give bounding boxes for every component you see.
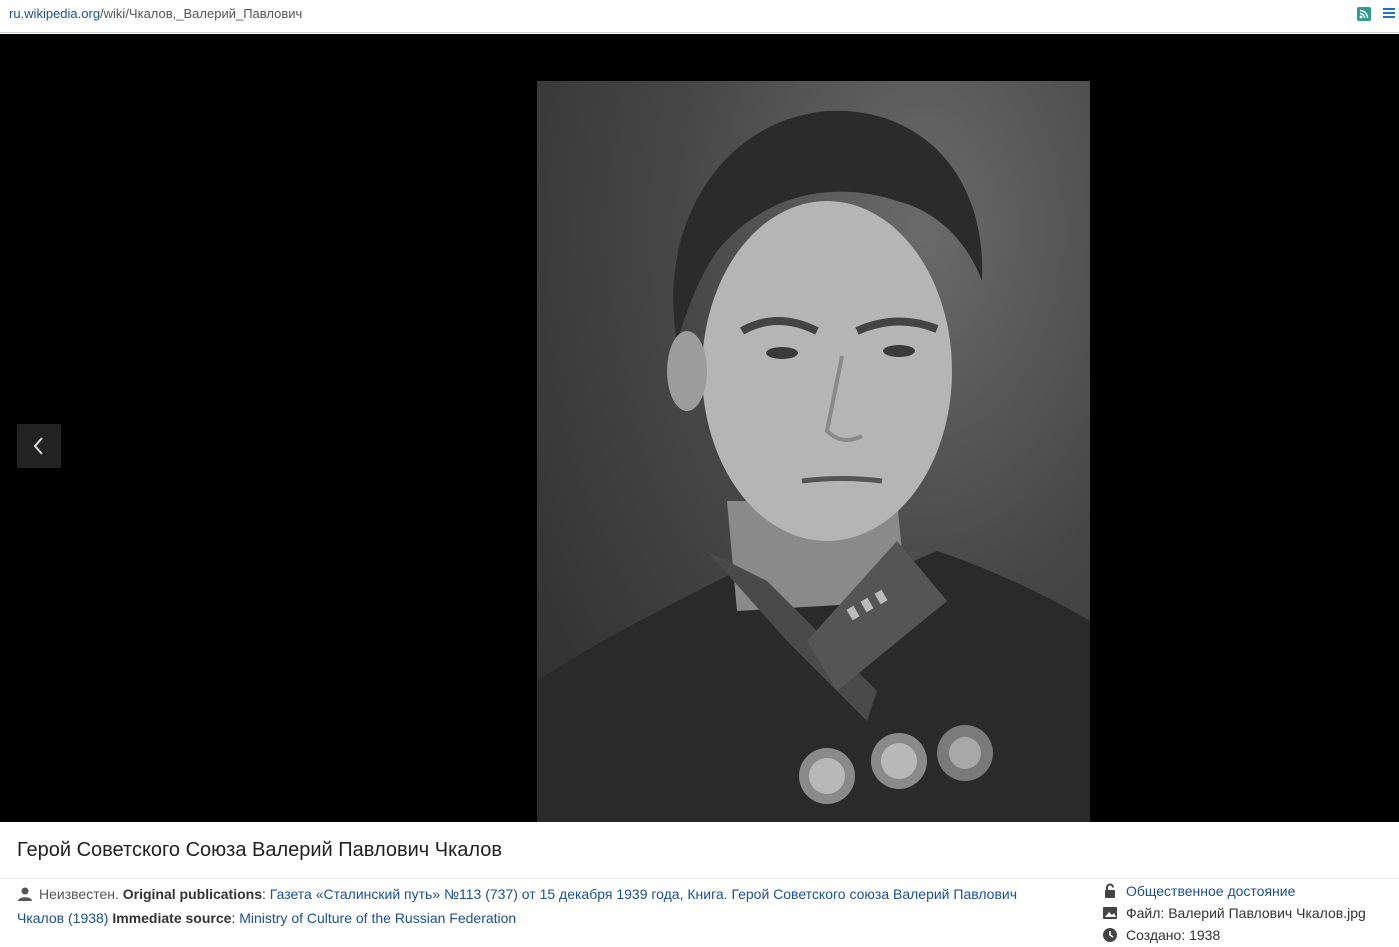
url-text[interactable]: ru.wikipedia.org/wiki/Чкалов,_Валерий_Па… [9, 6, 302, 21]
image-title: Герой Советского Союза Валерий Павлович … [17, 839, 503, 861]
file-meta: Общественное достояние Файл: Валерий Пав… [1102, 880, 1392, 946]
file-name: Файл: Валерий Павлович Чкалов.jpg [1126, 905, 1366, 921]
created-date: Создано: 1938 [1126, 927, 1221, 943]
person-icon [18, 887, 32, 901]
previous-image-button[interactable] [17, 424, 61, 468]
publications-separator: : [262, 886, 266, 902]
immediate-source-label: Immediate source [112, 910, 232, 926]
url-domain: ru.wikipedia.org [9, 6, 101, 21]
attribution: Неизвестен. Original publications: Газет… [17, 882, 1067, 930]
rss-icon[interactable] [1357, 7, 1371, 21]
url-path: /wiki/Чкалов,_Валерий_Павлович [100, 6, 303, 21]
license-row: Общественное достояние [1102, 880, 1392, 902]
image-icon [1103, 907, 1117, 919]
source-separator: : [231, 910, 236, 926]
caption-panel: Герой Советского Союза Валерий Павлович … [0, 822, 1399, 947]
license-link[interactable]: Общественное достояние [1126, 883, 1295, 899]
original-publications-label: Original publications [122, 886, 262, 902]
clock-icon [1103, 928, 1117, 942]
created-row: Создано: 1938 [1102, 924, 1392, 946]
chevron-left-icon [33, 437, 43, 455]
source-link[interactable]: Ministry of Culture of the Russian Feder… [239, 910, 516, 926]
menu-icon[interactable] [1383, 8, 1395, 20]
portrait-illustration [537, 110, 1090, 822]
file-row: Файл: Валерий Павлович Чкалов.jpg [1102, 902, 1392, 924]
unlock-icon [1105, 883, 1115, 898]
author-text: Неизвестен. [39, 886, 119, 902]
media-viewer [0, 34, 1399, 822]
address-bar[interactable]: ru.wikipedia.org/wiki/Чкалов,_Валерий_Па… [0, 0, 1399, 33]
divider [0, 878, 1399, 879]
portrait-photo[interactable] [537, 81, 1090, 822]
